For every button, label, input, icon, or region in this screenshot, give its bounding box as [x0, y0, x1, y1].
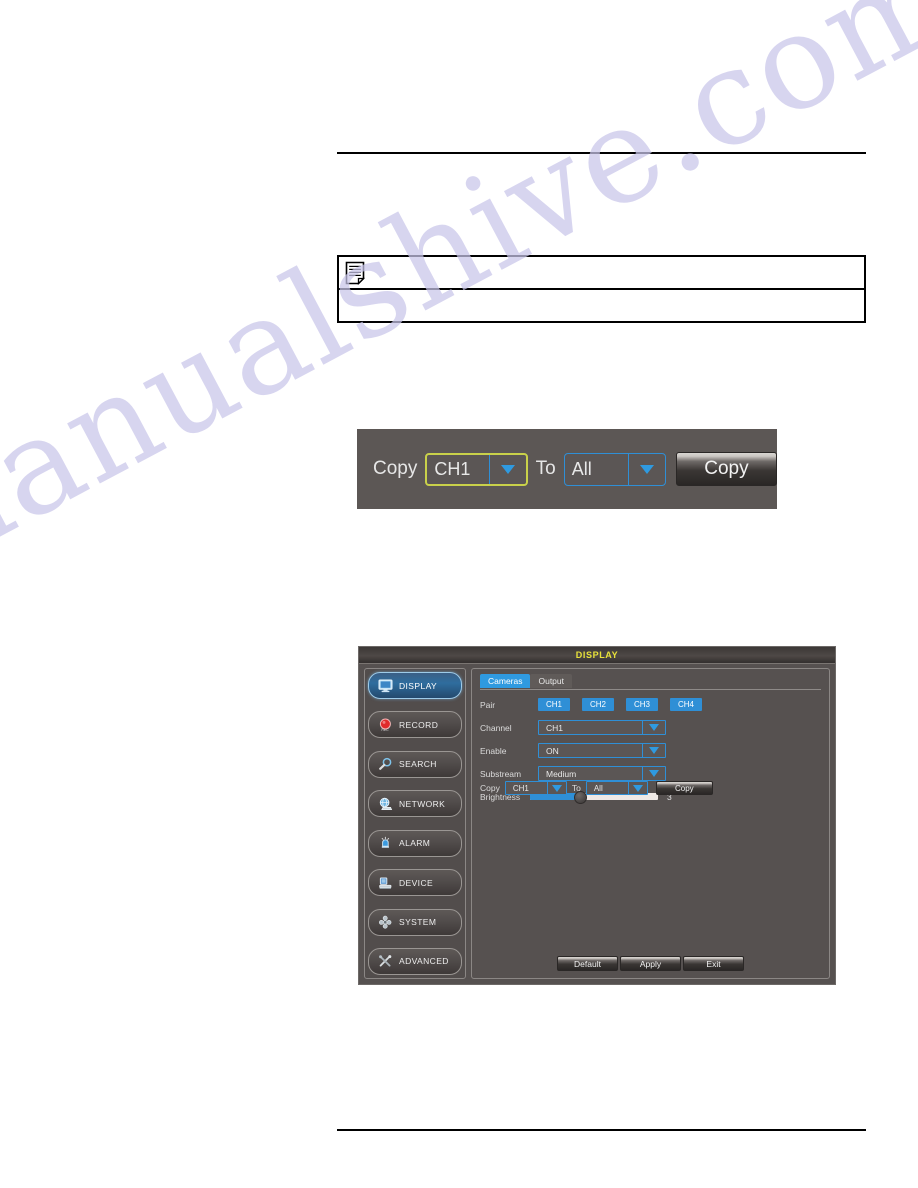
sidebar-item-label: SEARCH — [399, 759, 437, 770]
note-callout-box — [337, 255, 866, 323]
enable-label: Enable — [480, 745, 507, 756]
sidebar-item-label: RECORD — [399, 719, 439, 730]
chevron-down-icon[interactable] — [546, 782, 566, 794]
substream-value: Medium — [546, 768, 577, 779]
default-button[interactable]: Default — [557, 956, 618, 971]
substream-label: Substream — [480, 768, 522, 779]
apply-button[interactable]: Apply — [620, 956, 681, 971]
enable-select[interactable]: ON — [538, 743, 666, 758]
footer-rule — [337, 1129, 866, 1131]
note-body-text — [339, 290, 864, 321]
note-header — [339, 257, 864, 290]
action-button-bar: Default Apply Exit — [472, 956, 829, 971]
sidebar-item-search[interactable]: SEARCH — [368, 750, 462, 778]
dvr-menu-window: DISPLAY DISPLAY REC RECORD SEARCH NETWOR… — [358, 646, 836, 985]
enable-row: Enable ON — [480, 743, 821, 758]
chevron-down-icon[interactable] — [627, 453, 665, 485]
tab-output[interactable]: Output — [530, 674, 573, 688]
sidebar-item-label: DEVICE — [399, 877, 434, 888]
panel-copy-source-value: CH1 — [512, 783, 529, 793]
chevron-down-icon[interactable] — [642, 767, 665, 780]
substream-row: Substream Medium — [480, 766, 821, 781]
chevron-down-icon[interactable] — [627, 782, 647, 794]
sidebar-item-network[interactable]: NETWORK — [368, 790, 462, 818]
dvr-title-text: DISPLAY — [575, 650, 619, 660]
pair-chip-ch3[interactable]: CH3 — [626, 698, 658, 711]
sidebar-item-record[interactable]: REC RECORD — [368, 711, 462, 739]
panel-copy-target-select[interactable]: All — [585, 781, 648, 795]
dvr-sidebar: DISPLAY REC RECORD SEARCH NETWORK ALARM … — [364, 668, 466, 979]
sidebar-item-label: SYSTEM — [399, 917, 437, 928]
tab-underline — [480, 689, 821, 690]
copy-bar-to-label: To — [535, 458, 556, 479]
panel-copy-row: Copy CH1 To All Copy — [480, 781, 713, 795]
tools-icon — [376, 952, 394, 970]
panel-copy-button[interactable]: Copy — [655, 781, 713, 795]
copy-bar-target-value: All — [571, 458, 592, 479]
pair-label: Pair — [480, 699, 496, 710]
pair-chip-ch2[interactable]: CH2 — [582, 698, 614, 711]
chevron-down-icon[interactable] — [642, 744, 665, 757]
tab-cameras[interactable]: Cameras — [480, 674, 531, 688]
channel-value: CH1 — [546, 722, 564, 733]
panel-copy-to-label: To — [571, 783, 581, 793]
hdd-icon — [376, 874, 394, 892]
monitor-icon — [376, 677, 394, 695]
dvr-content-pane: Cameras Output Pair CH1 CH2 CH3 CH4 Chan… — [471, 668, 830, 979]
sidebar-item-device[interactable]: DEVICE — [368, 869, 462, 897]
note-document-icon — [345, 261, 365, 285]
exit-button[interactable]: Exit — [683, 956, 744, 971]
copy-bar-source-value: CH1 — [434, 458, 471, 479]
copy-bar-source-select[interactable]: CH1 — [425, 452, 528, 486]
enable-value: ON — [546, 745, 559, 756]
copy-bar-figure: Copy CH1 To All Copy — [357, 429, 777, 509]
panel-copy-source-select[interactable]: CH1 — [504, 781, 567, 795]
sidebar-item-display[interactable]: DISPLAY — [368, 672, 462, 699]
bell-icon — [376, 834, 394, 852]
sidebar-item-label: ADVANCED — [399, 956, 449, 967]
copy-bar-copy-button[interactable]: Copy — [675, 452, 777, 486]
record-dot-icon: REC — [376, 716, 394, 734]
sidebar-item-label: ALARM — [399, 838, 431, 849]
channel-row: Channel CH1 — [480, 720, 821, 735]
pair-chip-ch4[interactable]: CH4 — [670, 698, 702, 711]
globe-icon — [376, 795, 394, 813]
sidebar-item-system[interactable]: SYSTEM — [368, 908, 462, 936]
svg-text:REC: REC — [381, 728, 389, 732]
sidebar-item-alarm[interactable]: ALARM — [368, 829, 462, 857]
pair-row: Pair CH1 CH2 CH3 CH4 — [480, 697, 821, 712]
substream-select[interactable]: Medium — [538, 766, 666, 781]
panel-copy-label: Copy — [480, 783, 500, 793]
magnifier-icon — [376, 755, 394, 773]
sidebar-item-advanced[interactable]: ADVANCED — [368, 947, 462, 975]
copy-bar-target-select[interactable]: All — [563, 452, 666, 486]
channel-select[interactable]: CH1 — [538, 720, 666, 735]
sidebar-item-label: DISPLAY — [399, 680, 438, 691]
pair-chip-ch1[interactable]: CH1 — [538, 698, 570, 711]
gears-icon — [376, 913, 394, 931]
panel-copy-target-value: All — [593, 783, 603, 793]
copy-bar-copy-label: Copy — [373, 458, 418, 479]
chevron-down-icon[interactable] — [488, 454, 526, 484]
sidebar-item-label: NETWORK — [399, 798, 446, 809]
dvr-title-bar: DISPLAY — [359, 647, 835, 664]
tab-strip: Cameras Output — [480, 674, 573, 688]
header-rule — [337, 152, 866, 154]
chevron-down-icon[interactable] — [642, 721, 665, 734]
channel-label: Channel — [480, 722, 512, 733]
